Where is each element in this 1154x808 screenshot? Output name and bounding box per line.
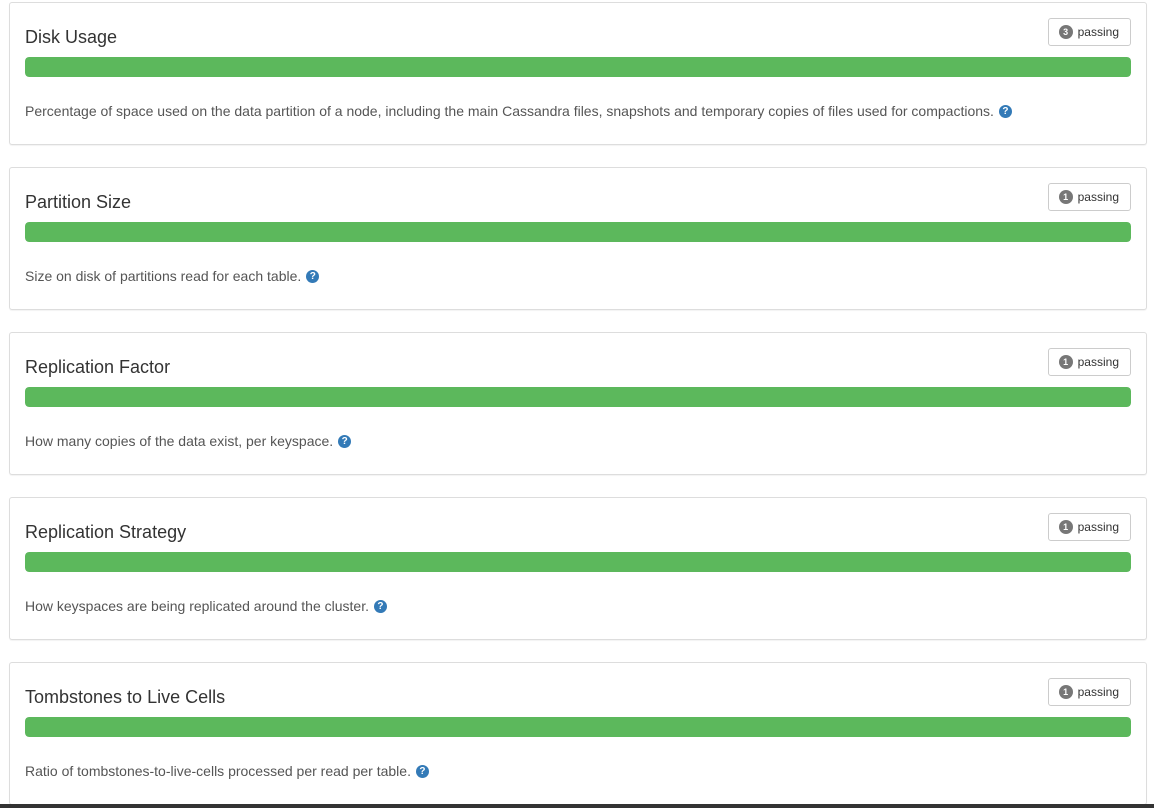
status-label: passing: [1077, 520, 1119, 534]
progress-bar-track: [25, 222, 1131, 242]
description-text: Size on disk of partitions read for each…: [25, 268, 302, 284]
status-button[interactable]: 1 passing: [1047, 183, 1131, 211]
description-text: How many copies of the data exist, per k…: [25, 433, 334, 449]
question-circle-icon[interactable]: ?: [373, 599, 387, 613]
check-panel-disk-usage: Disk Usage 3 passing Percentage of space…: [9, 2, 1147, 145]
progress-bar-fill: [25, 717, 1131, 737]
status-button[interactable]: 1 passing: [1047, 678, 1131, 706]
question-circle-icon[interactable]: ?: [338, 434, 352, 448]
description: How many copies of the data exist, per k…: [25, 431, 352, 451]
count-badge: 1: [1058, 685, 1073, 699]
count-badge: 1: [1058, 520, 1073, 534]
count-badge: 1: [1058, 190, 1073, 204]
progress-bar-fill: [25, 552, 1131, 572]
progress-bar-fill: [25, 387, 1131, 407]
status-button[interactable]: 3 passing: [1047, 18, 1131, 46]
panel-title: Disk Usage: [25, 27, 118, 47]
status-label: passing: [1077, 685, 1119, 699]
panel-title: Replication Factor: [25, 357, 171, 377]
check-panel-replication-factor: Replication Factor 1 passing How many co…: [9, 332, 1147, 475]
description: Percentage of space used on the data par…: [25, 101, 1012, 121]
progress-bar-track: [25, 387, 1131, 407]
panel-title: Partition Size: [25, 192, 132, 212]
count-badge: 3: [1058, 25, 1073, 39]
progress-bar-fill: [25, 57, 1131, 77]
description: Size on disk of partitions read for each…: [25, 266, 320, 286]
count-badge: 1: [1058, 355, 1073, 369]
description-text: Percentage of space used on the data par…: [25, 103, 994, 119]
check-panel-replication-strategy: Replication Strategy 1 passing How keysp…: [9, 497, 1147, 640]
progress-bar-track: [25, 717, 1131, 737]
question-circle-icon[interactable]: ?: [998, 104, 1012, 118]
health-checks-page: Disk Usage 3 passing Percentage of space…: [0, 0, 1154, 808]
bottom-edge: [0, 804, 1154, 808]
description: Ratio of tombstones-to-live-cells proces…: [25, 761, 429, 781]
description-text: Ratio of tombstones-to-live-cells proces…: [25, 763, 411, 779]
progress-bar-fill: [25, 222, 1131, 242]
check-panel-partition-size: Partition Size 1 passing Size on disk of…: [9, 167, 1147, 310]
status-button[interactable]: 1 passing: [1047, 348, 1131, 376]
progress-bar-track: [25, 57, 1131, 77]
check-panel-tombstones: Tombstones to Live Cells 1 passing Ratio…: [9, 662, 1147, 805]
description-text: How keyspaces are being replicated aroun…: [25, 598, 369, 614]
status-label: passing: [1077, 25, 1119, 39]
status-label: passing: [1077, 355, 1119, 369]
description: How keyspaces are being replicated aroun…: [25, 596, 387, 616]
question-circle-icon[interactable]: ?: [415, 764, 429, 778]
status-button[interactable]: 1 passing: [1047, 513, 1131, 541]
progress-bar-track: [25, 552, 1131, 572]
status-label: passing: [1077, 190, 1119, 204]
question-circle-icon[interactable]: ?: [306, 269, 320, 283]
panel-title: Tombstones to Live Cells: [25, 687, 226, 707]
panel-title: Replication Strategy: [25, 522, 187, 542]
